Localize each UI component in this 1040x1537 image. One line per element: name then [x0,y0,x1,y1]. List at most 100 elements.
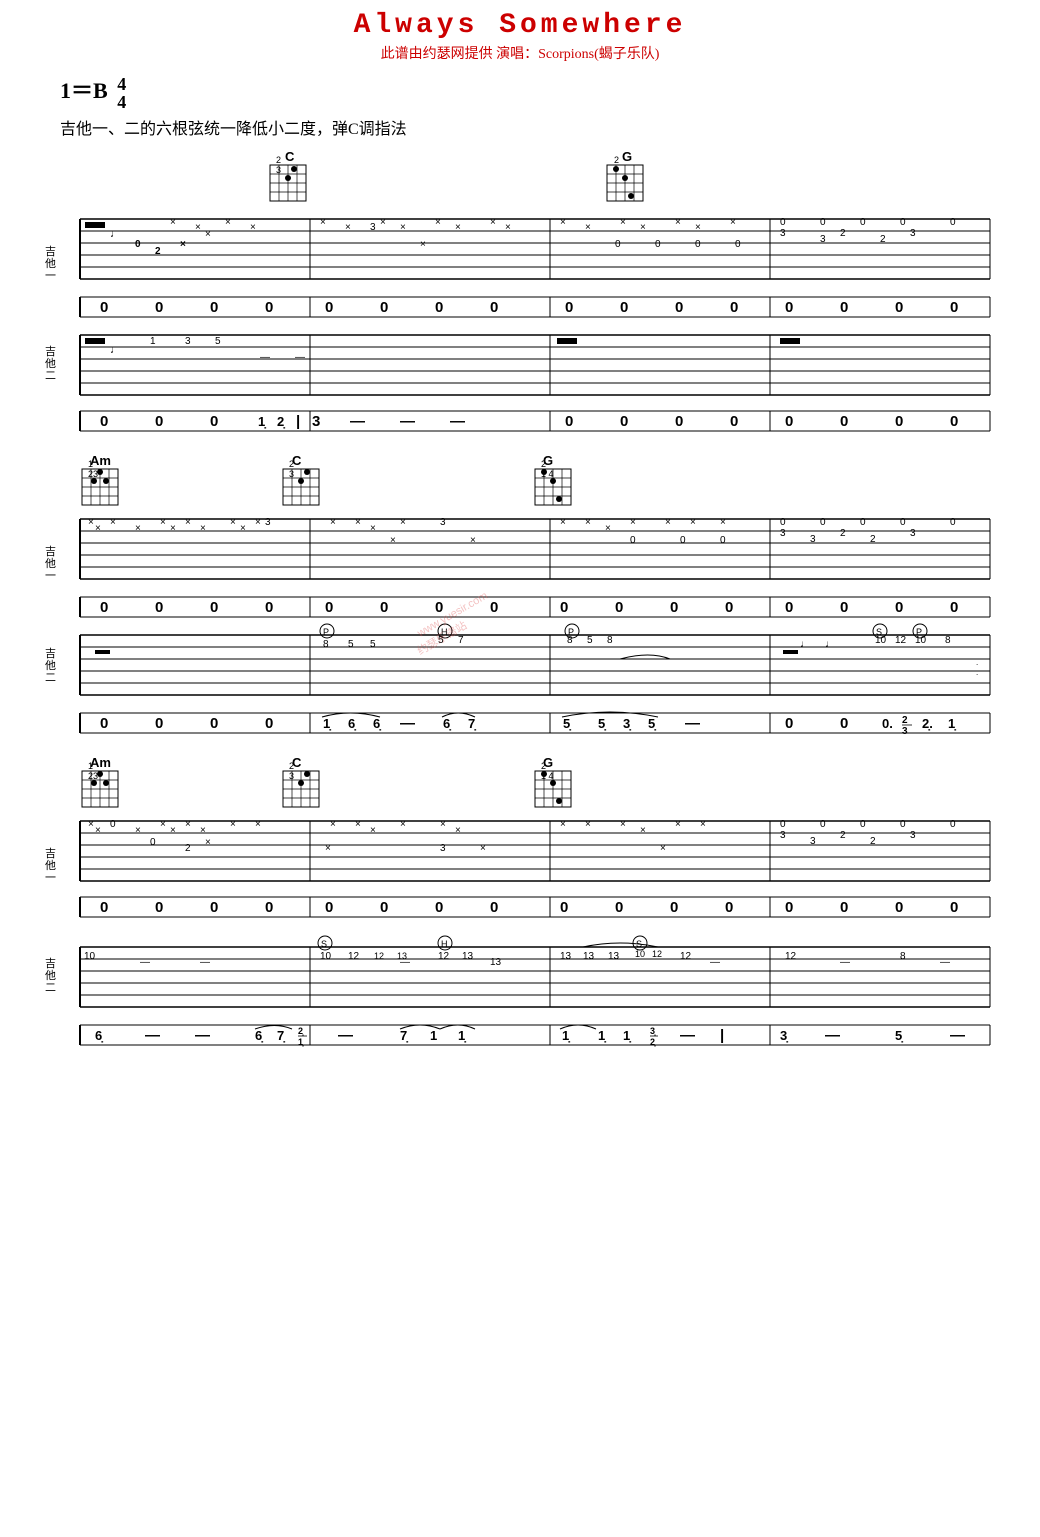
svg-text:×: × [195,222,201,233]
svg-text:0: 0 [155,899,163,916]
svg-text:×: × [240,523,246,534]
svg-text:3: 3 [780,830,786,841]
svg-text:6̣: 6̣ [95,1028,103,1043]
svg-text:2: 2 [840,528,846,539]
svg-text:0: 0 [730,299,738,316]
svg-text:0: 0 [950,217,956,228]
svg-text:×: × [660,843,666,854]
svg-text:|: | [296,413,300,430]
svg-text:×: × [88,517,94,528]
svg-text:2̣.: 2̣. [922,716,933,731]
svg-text:8: 8 [945,635,951,646]
svg-text:5̣: 5̣ [895,1028,903,1043]
svg-text:S: S [636,939,642,949]
svg-text:吉: 吉 [45,847,56,860]
svg-text:×: × [675,217,681,228]
svg-text:|: | [720,1027,724,1044]
svg-text:0: 0 [900,517,906,528]
svg-text:×: × [720,517,726,528]
svg-text:×: × [560,517,566,528]
svg-text:—: — [338,1027,353,1044]
svg-text:×: × [230,819,236,830]
svg-text:0: 0 [325,899,333,916]
svg-text:0: 0 [565,299,573,316]
svg-text:5̣: 5̣ [648,716,656,731]
svg-text:0: 0 [840,899,848,916]
svg-text:×: × [330,517,336,528]
key-indicator: 1＝B 4 4 [60,73,126,111]
page-container: Always Somewhere 此谱由约瑟网提供 演唱：Scorpions(蝎… [0,0,1040,1537]
svg-text:×: × [730,217,736,228]
svg-text:×: × [355,819,361,830]
svg-text:吉: 吉 [45,545,56,558]
svg-text:7̣: 7̣ [468,716,476,731]
svg-text:×: × [180,239,186,250]
svg-text:0: 0 [895,299,903,316]
svg-text:6̣: 6̣ [373,716,381,731]
svg-text:0: 0 [820,217,826,228]
svg-text:二: 二 [45,672,56,684]
svg-text:12: 12 [374,951,384,961]
svg-text:0: 0 [380,899,388,916]
svg-text:2: 2 [185,843,191,854]
svg-text:×: × [170,825,176,836]
svg-text:×: × [420,239,426,250]
svg-text:2: 2 [880,234,886,245]
svg-text:—: — [680,1027,695,1044]
svg-text:13: 13 [490,957,502,968]
svg-text:—: — [825,1027,840,1044]
svg-text:23: 23 [88,771,98,781]
svg-text:×: × [370,825,376,836]
svg-text:×: × [95,825,101,836]
svg-text:3: 3 [289,469,294,479]
svg-text:吉: 吉 [45,957,56,970]
svg-text:0: 0 [615,239,621,250]
svg-text:0: 0 [100,899,108,916]
svg-text:3: 3 [312,413,320,430]
svg-text:8: 8 [567,635,573,646]
svg-text:♩: ♩ [110,344,121,356]
svg-text:0: 0 [100,299,108,316]
svg-text:—: — [400,715,415,732]
svg-text:×: × [110,517,116,528]
svg-text:3: 3 [910,528,916,539]
svg-text:0: 0 [780,517,786,528]
svg-text:0: 0 [155,413,163,430]
svg-text:10: 10 [320,951,332,962]
svg-text:0: 0 [720,535,726,546]
svg-text:0: 0 [560,599,568,616]
svg-text:0: 0 [895,599,903,616]
svg-text:1̣: 1̣ [323,716,331,731]
svg-text:0: 0 [560,899,568,916]
svg-text:0: 0 [100,413,108,430]
svg-text:0: 0 [265,899,273,916]
svg-text:×: × [160,517,166,528]
svg-text:0: 0 [895,899,903,916]
svg-text:0: 0 [325,299,333,316]
svg-text:5̣: 5̣ [563,716,571,731]
svg-text:×: × [345,222,351,233]
svg-text:×: × [95,523,101,534]
svg-text:×: × [435,217,441,228]
svg-text:0: 0 [325,599,333,616]
svg-text:×: × [490,217,496,228]
svg-text:0: 0 [380,599,388,616]
svg-text:1̣: 1̣ [948,716,956,731]
svg-text:×: × [470,535,476,546]
svg-text:8: 8 [323,639,329,650]
svg-text:0: 0 [155,715,163,732]
svg-text:他: 他 [45,357,56,370]
svg-text:.: . [976,658,978,667]
svg-text:23: 23 [88,469,98,479]
svg-text:2: 2 [289,761,294,771]
svg-text:×: × [185,517,191,528]
svg-text:S: S [321,939,327,949]
svg-text:×: × [560,217,566,228]
svg-text:0: 0 [840,599,848,616]
svg-text:0: 0 [840,715,848,732]
svg-text:×: × [455,825,461,836]
svg-text:10: 10 [915,635,927,646]
svg-text:10: 10 [875,635,887,646]
svg-text:0: 0 [785,299,793,316]
svg-text:2: 2 [289,459,294,469]
